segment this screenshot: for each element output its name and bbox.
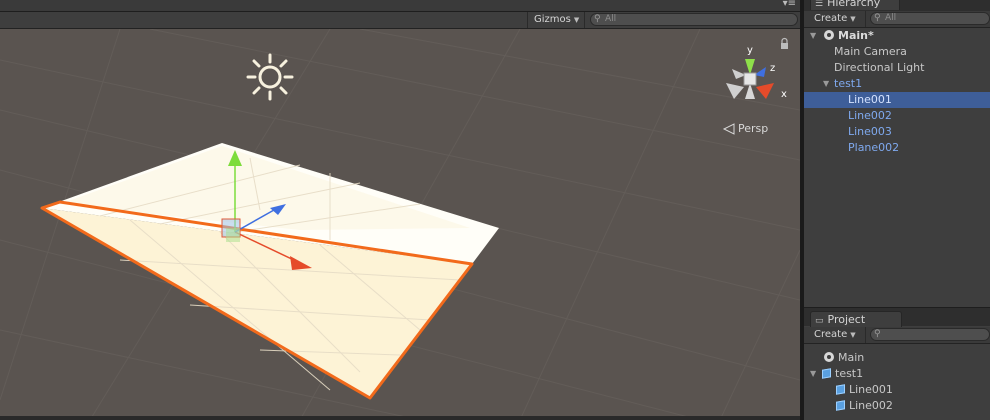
- hierarchy-item-label: Line003: [848, 125, 892, 138]
- mesh-icon: [836, 400, 845, 411]
- scene-canvas[interactable]: y z x: [0, 28, 800, 420]
- lock-icon[interactable]: [781, 37, 788, 50]
- project-create-button[interactable]: Create ▼: [810, 327, 866, 343]
- hierarchy-search-input[interactable]: ⚲ All: [870, 12, 990, 25]
- project-item-content: test1: [822, 366, 863, 382]
- model-icon: [822, 368, 831, 379]
- create-label: Create: [814, 329, 848, 340]
- tab-project-label: Project: [827, 313, 866, 326]
- tab-project[interactable]: ▭ Project: [810, 311, 902, 327]
- dropdown-arrow-icon: ▼: [850, 15, 856, 23]
- scene-search-placeholder: All: [605, 14, 617, 24]
- expand-arrow-icon[interactable]: ▼: [810, 28, 816, 44]
- persp-label[interactable]: Persp: [738, 122, 768, 135]
- unity-scene-icon: [824, 30, 834, 40]
- list-icon: ☰: [815, 0, 824, 9]
- hierarchy-toolbar: Create ▼ ⚲ All: [804, 11, 990, 28]
- hierarchy-row-line003[interactable]: Line003: [804, 124, 990, 140]
- mesh-icon: [836, 384, 845, 395]
- hierarchy-tree: ▼ Main* Main Camera Directional Light ▼ …: [804, 28, 990, 156]
- hierarchy-create-button[interactable]: Create ▼: [810, 11, 866, 27]
- project-tabbar: ▭ Project: [804, 308, 990, 327]
- dropdown-arrow-icon: ▼: [573, 16, 580, 24]
- hierarchy-row-test1[interactable]: ▼ test1: [804, 76, 990, 92]
- scene-view-panel: ▾≡ Gizmos ▼ ⚲ All y z x Persp: [0, 0, 800, 420]
- hierarchy-item-label: Line002: [848, 109, 892, 122]
- project-row-line002[interactable]: Line002: [804, 398, 990, 414]
- project-search-input[interactable]: ⚲: [870, 328, 990, 341]
- project-row-test1[interactable]: ▼ test1: [804, 366, 990, 382]
- dropdown-arrow-icon: ▼: [850, 331, 856, 339]
- axis-label-z: z: [770, 63, 775, 74]
- project-item-label: Main: [838, 351, 865, 364]
- scene-viewport[interactable]: y z x Persp: [0, 28, 800, 420]
- center-cube-icon[interactable]: [743, 72, 757, 86]
- project-item-label: test1: [835, 367, 864, 380]
- project-toolbar: Create ▼ ⚲: [804, 327, 990, 344]
- plane-handle-green[interactable]: [226, 228, 240, 242]
- hierarchy-item-label: Plane002: [848, 141, 900, 154]
- axis-label-y: y: [747, 45, 753, 56]
- scene-tab-strip: ▾≡: [0, 0, 800, 12]
- project-item-label: Line001: [849, 383, 893, 396]
- project-panel: ▭ Project Create ▼ ⚲ Main ▼ test1 Line001: [804, 307, 990, 420]
- expand-arrow-icon[interactable]: ▼: [810, 366, 816, 382]
- scene-root-content: Main*: [824, 28, 874, 44]
- search-icon: ⚲: [594, 14, 601, 24]
- panel-menu-icon[interactable]: ▾≡: [783, 0, 796, 9]
- gizmos-dropdown[interactable]: Gizmos ▼: [527, 12, 585, 28]
- hierarchy-item-label: Main Camera: [834, 45, 907, 58]
- tab-hierarchy-label: Hierarchy: [827, 0, 881, 9]
- hierarchy-panel: ☰ Hierarchy Create ▼ ⚲ All ▼ Main* Main Ca…: [804, 0, 990, 307]
- plane-mesh[interactable]: [42, 143, 499, 398]
- tab-hierarchy[interactable]: ☰ Hierarchy: [810, 0, 900, 10]
- hierarchy-row-directional-light[interactable]: Directional Light: [804, 60, 990, 76]
- project-item-content: Line001: [836, 382, 893, 398]
- persp-icon: [722, 123, 735, 135]
- axis-label-x: x: [781, 89, 787, 100]
- project-item-content: Line002: [836, 398, 893, 414]
- unity-scene-icon: [824, 352, 834, 362]
- search-icon: ⚲: [874, 329, 881, 339]
- folder-icon: ▭: [815, 316, 824, 326]
- scene-toolbar: Gizmos ▼ ⚲ All: [0, 12, 800, 29]
- project-item-label: Line002: [849, 399, 893, 412]
- scene-search-input[interactable]: ⚲ All: [590, 13, 798, 26]
- scene-bottom-bar: [0, 416, 800, 420]
- expand-arrow-icon[interactable]: ▼: [823, 76, 829, 92]
- hierarchy-search-placeholder: All: [885, 13, 897, 23]
- project-item-content: Main: [824, 350, 864, 366]
- project-row-line001[interactable]: Line001: [804, 382, 990, 398]
- orientation-gizmo[interactable]: y z x: [726, 45, 787, 100]
- hierarchy-item-label: Directional Light: [834, 61, 925, 74]
- scene-name: Main*: [838, 29, 874, 42]
- hierarchy-row-plane002[interactable]: Plane002: [804, 140, 990, 156]
- search-icon: ⚲: [874, 13, 881, 23]
- sun-icon[interactable]: [246, 53, 294, 101]
- hierarchy-item-label: test1: [834, 77, 863, 90]
- hierarchy-row-line002[interactable]: Line002: [804, 108, 990, 124]
- create-label: Create: [814, 13, 848, 24]
- hierarchy-tabbar: ☰ Hierarchy: [804, 0, 990, 11]
- scene-root-row[interactable]: ▼ Main*: [804, 28, 990, 44]
- gizmos-label: Gizmos: [534, 14, 571, 25]
- hierarchy-item-label: Line001: [848, 93, 892, 106]
- project-row-main[interactable]: Main: [804, 350, 990, 366]
- x-cone-icon[interactable]: [756, 83, 774, 99]
- project-tree: Main ▼ test1 Line001 Line002: [804, 350, 990, 414]
- hierarchy-row-line001[interactable]: Line001: [804, 92, 990, 108]
- hierarchy-row-main-camera[interactable]: Main Camera: [804, 44, 990, 60]
